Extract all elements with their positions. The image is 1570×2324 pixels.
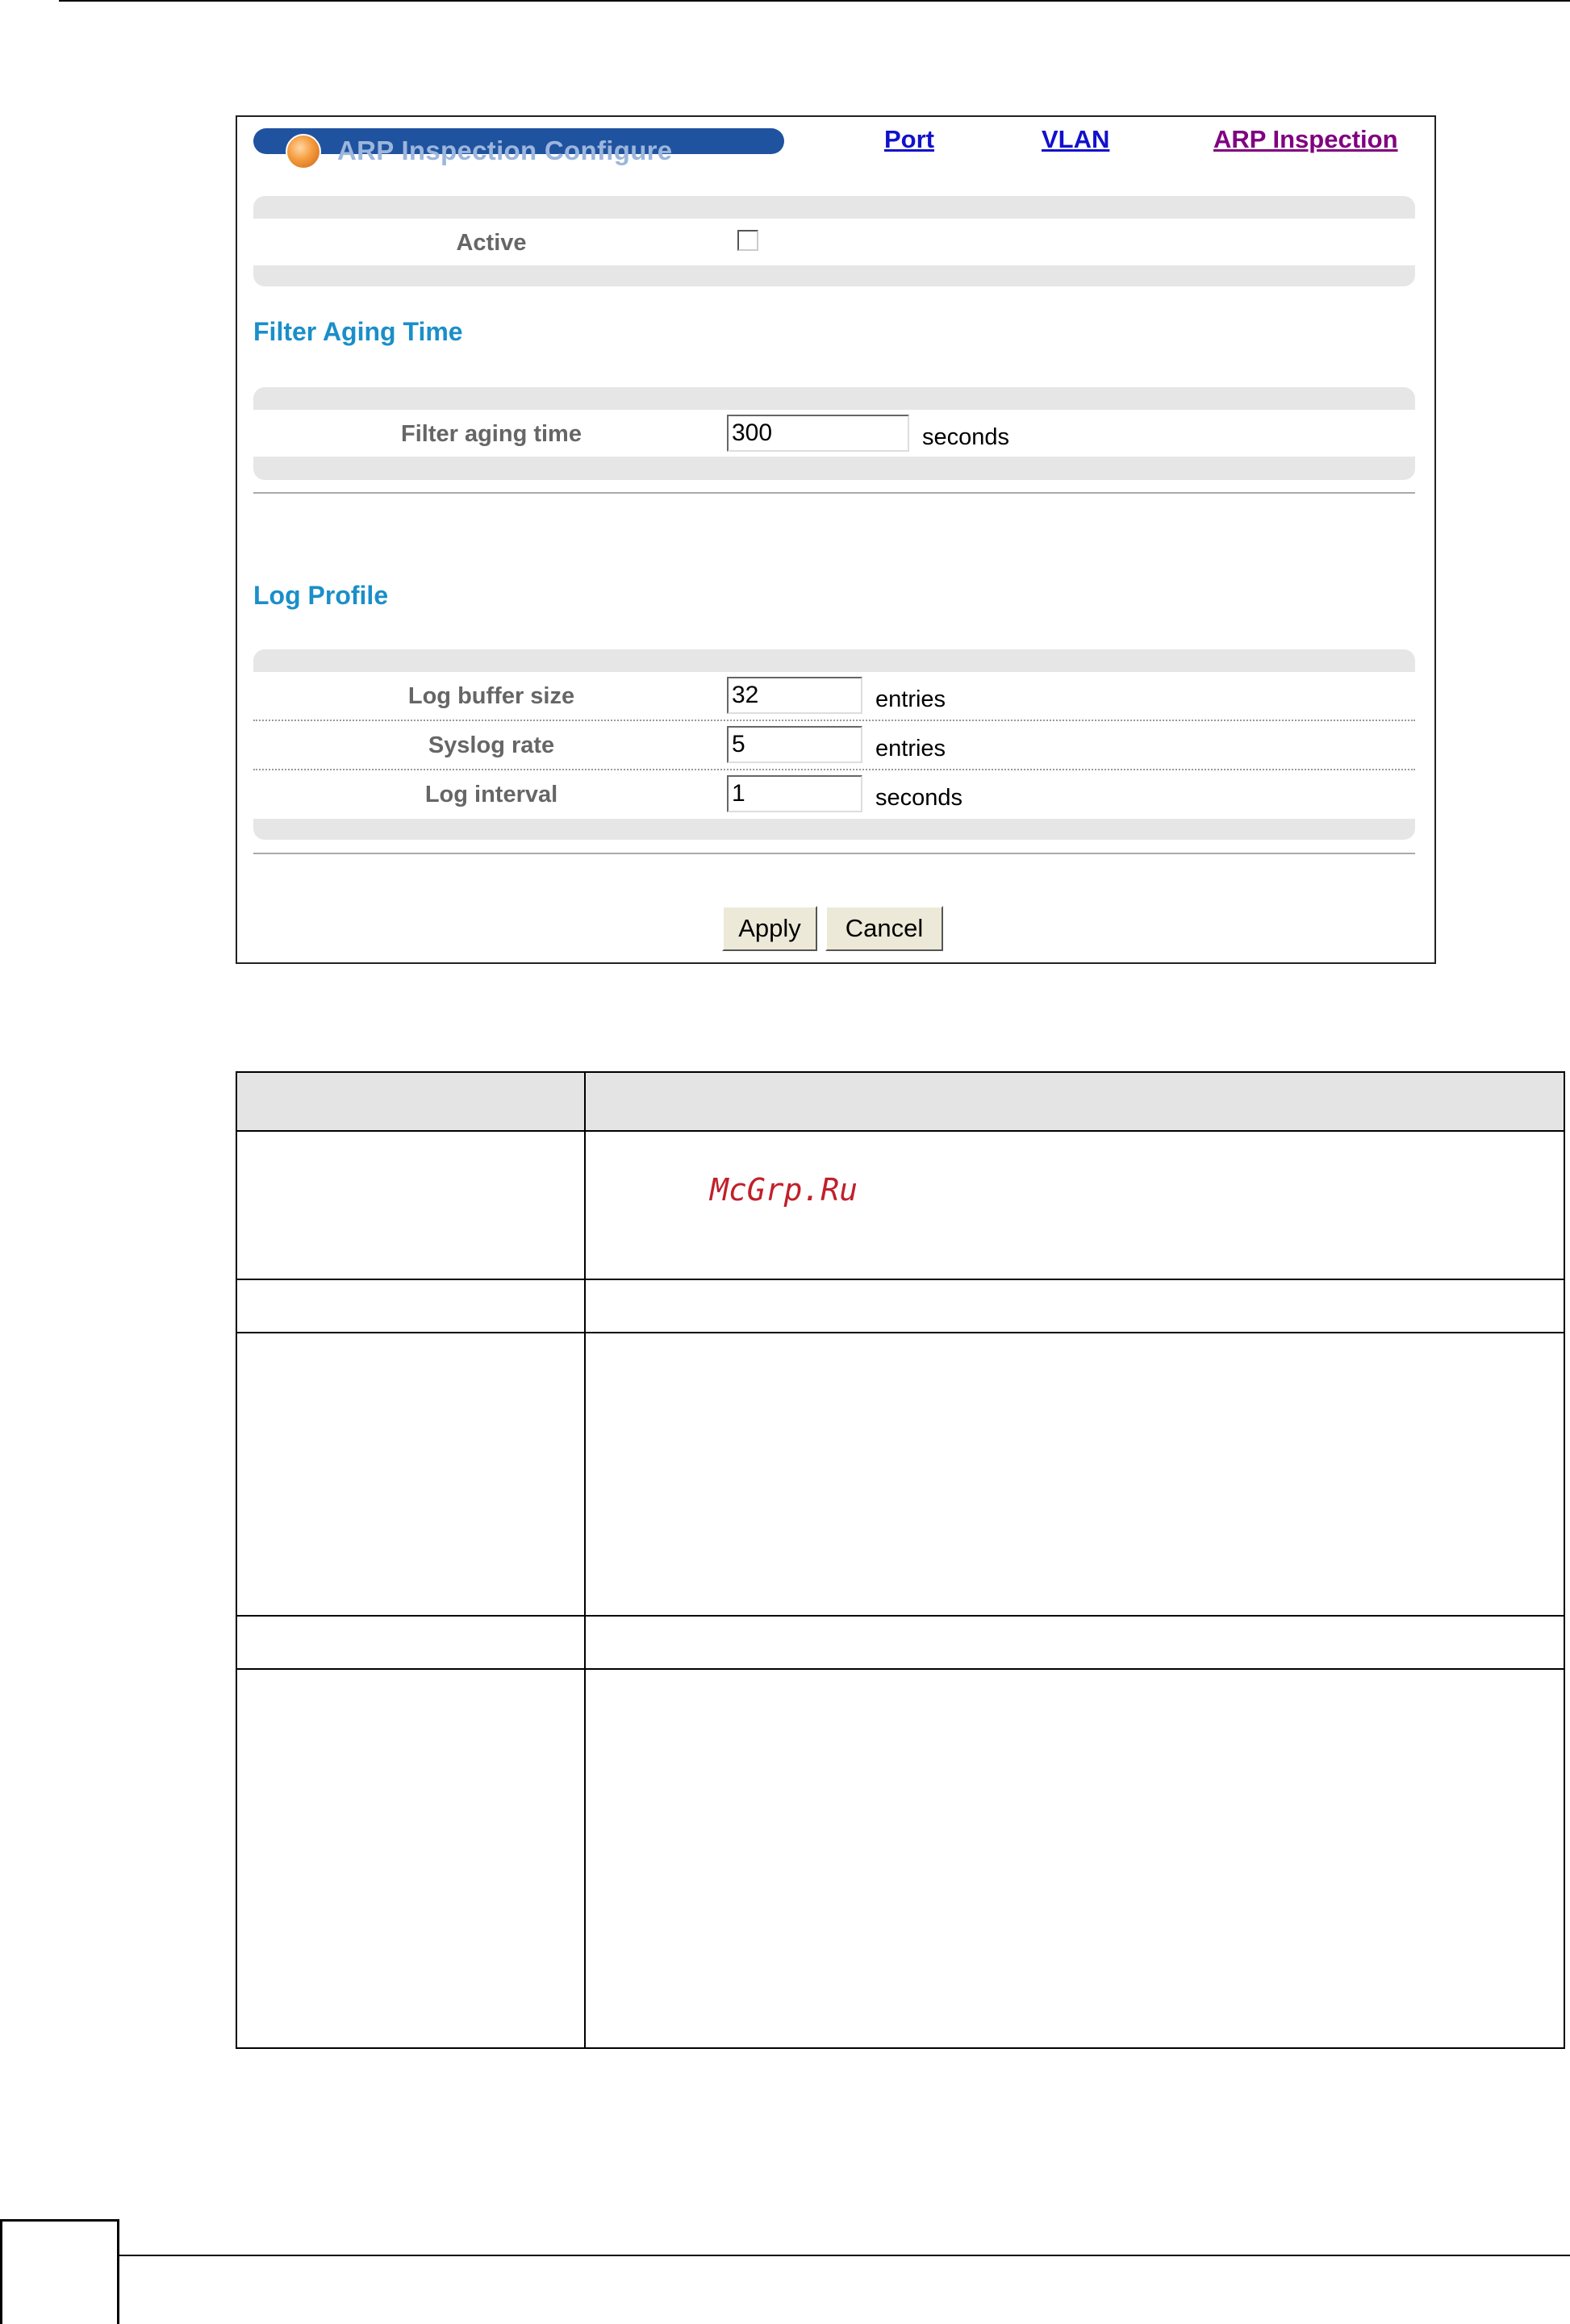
apply-button[interactable]: Apply bbox=[722, 906, 817, 951]
filter-aging-panel: Filter aging time seconds bbox=[253, 387, 1415, 480]
page-number-box bbox=[0, 2219, 119, 2324]
page-top-rule bbox=[59, 0, 1570, 2]
log-divider bbox=[253, 853, 1415, 854]
table-row: McGrp.Ru bbox=[237, 1132, 1564, 1280]
log-interval-unit: seconds bbox=[875, 785, 963, 811]
active-checkbox[interactable] bbox=[737, 230, 758, 251]
log-buffer-size-row: Log buffer size entries bbox=[253, 672, 1415, 721]
orb-icon bbox=[286, 134, 321, 169]
table-header-row bbox=[237, 1073, 1564, 1132]
log-interval-label: Log interval bbox=[424, 782, 558, 807]
screen-title: ARP Inspection Configure bbox=[337, 136, 673, 165]
table-column-divider bbox=[584, 1073, 586, 2047]
log-profile-panel: Log buffer size entries Syslog rate entr… bbox=[253, 649, 1415, 840]
table-row bbox=[237, 1617, 1564, 1670]
nav-link-arp-inspection[interactable]: ARP Inspection bbox=[1213, 125, 1398, 154]
active-panel: Active bbox=[253, 196, 1415, 286]
log-interval-row: Log interval seconds bbox=[253, 770, 1415, 819]
filter-aging-heading: Filter Aging Time bbox=[253, 317, 463, 346]
log-interval-input[interactable] bbox=[727, 775, 862, 812]
log-buffer-size-input[interactable] bbox=[727, 677, 862, 714]
syslog-rate-label: Syslog rate bbox=[428, 732, 555, 758]
syslog-rate-input[interactable] bbox=[727, 726, 862, 763]
filter-aging-unit: seconds bbox=[922, 424, 1010, 450]
watermark: McGrp.Ru bbox=[710, 1172, 858, 1208]
filter-aging-row: Filter aging time seconds bbox=[253, 410, 1415, 457]
nav-link-vlan[interactable]: VLAN bbox=[1042, 125, 1109, 154]
arp-inspection-configure-screen: ARP Inspection Configure Port VLAN ARP I… bbox=[236, 115, 1436, 964]
title-bar: ARP Inspection Configure bbox=[253, 128, 784, 169]
nav-link-port[interactable]: Port bbox=[884, 125, 934, 154]
filter-divider bbox=[253, 492, 1415, 494]
log-buffer-size-unit: entries bbox=[875, 686, 946, 712]
log-buffer-size-label: Log buffer size bbox=[407, 683, 575, 709]
filter-aging-label: Filter aging time bbox=[401, 421, 582, 447]
log-profile-heading: Log Profile bbox=[253, 581, 389, 610]
footer-rule bbox=[119, 2255, 1570, 2256]
description-table: McGrp.Ru bbox=[236, 1071, 1565, 2049]
syslog-rate-row: Syslog rate entries bbox=[253, 721, 1415, 770]
table-row bbox=[237, 1670, 1564, 2047]
filter-aging-input[interactable] bbox=[727, 415, 909, 452]
active-row: Active bbox=[253, 219, 1415, 265]
table-row bbox=[237, 1333, 1564, 1617]
table-row bbox=[237, 1280, 1564, 1333]
cancel-button[interactable]: Cancel bbox=[825, 906, 943, 951]
active-label: Active bbox=[456, 230, 527, 256]
syslog-rate-unit: entries bbox=[875, 736, 946, 761]
